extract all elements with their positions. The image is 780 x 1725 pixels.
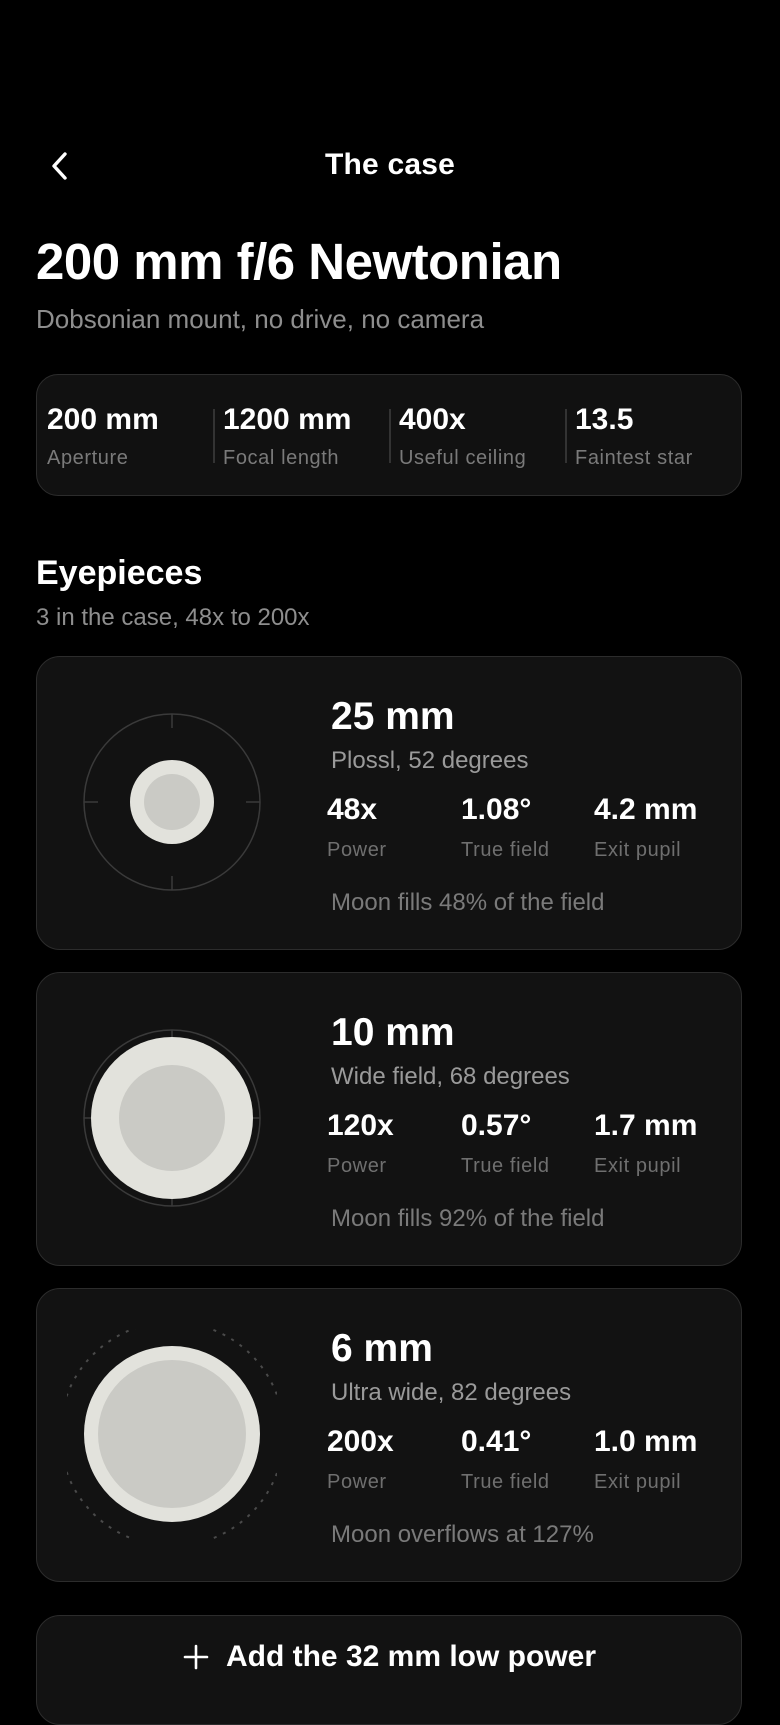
spec-value: 13.5 [575, 403, 634, 436]
section-subtitle: 3 in the case, 48x to 200x [36, 604, 310, 631]
stat-value: 200x [327, 1425, 394, 1458]
eyepiece-type: Plossl, 52 degrees [331, 747, 529, 774]
spec-value: 1200 mm [223, 403, 352, 436]
stat-value: 0.41° [461, 1425, 532, 1458]
spec-divider [389, 409, 391, 463]
screen-title: The case [324, 148, 455, 181]
stat-value: 1.0 mm [594, 1425, 698, 1458]
eyepiece-focal-length: 6 mm [331, 1327, 433, 1370]
stat-value: 1.7 mm [594, 1109, 698, 1142]
stat-exit-pupil: 1.0 mm Exit pupil [594, 1427, 697, 1494]
add-button-label: Add the 32 mm low power [225, 1640, 597, 1673]
plus-icon [183, 1644, 209, 1670]
stat-power: 200x Power [327, 1427, 394, 1494]
spec-aperture: 200 mm Aperture [37, 375, 213, 495]
eyepiece-card[interactable]: 10 mm Wide field, 68 degrees 120x Power … [36, 972, 742, 1266]
spec-label: Focal length [223, 447, 340, 469]
stat-label: True field [461, 1471, 550, 1493]
stat-label: True field [461, 839, 550, 861]
spec-faintest-star: 13.5 Faintest star [565, 375, 741, 495]
top-bar: The case [0, 130, 780, 202]
moon-fill-note: Moon fills 92% of the field [331, 1205, 605, 1232]
field-of-view-diagram [83, 713, 261, 891]
moon-inner [119, 1065, 225, 1171]
telescope-name: 200 mm f/6 Newtonian [36, 233, 562, 290]
stat-power: 48x Power [327, 795, 387, 862]
telescope-subtitle: Dobsonian mount, no drive, no camera [36, 304, 485, 334]
stat-label: Power [327, 1471, 387, 1493]
add-eyepiece-button[interactable]: Add the 32 mm low power [36, 1615, 742, 1725]
moon-inner [98, 1360, 246, 1508]
spec-label: Faintest star [575, 447, 693, 469]
moon-fill-note: Moon overflows at 127% [331, 1521, 594, 1548]
stat-exit-pupil: 4.2 mm Exit pupil [594, 795, 697, 862]
stat-true-field: 1.08° True field [461, 795, 550, 862]
section-title: Eyepieces [36, 554, 203, 592]
stat-power: 120x Power [327, 1111, 394, 1178]
stat-label: Exit pupil [594, 1471, 682, 1493]
stat-true-field: 0.57° True field [461, 1111, 550, 1178]
stat-label: Exit pupil [594, 839, 682, 861]
spec-useful-ceiling: 400x Useful ceiling [389, 375, 565, 495]
stat-exit-pupil: 1.7 mm Exit pupil [594, 1111, 697, 1178]
spec-value: 400x [399, 403, 466, 436]
eyepiece-card[interactable]: 6 mm Ultra wide, 82 degrees 200x Power 0… [36, 1288, 742, 1582]
stat-label: Exit pupil [594, 1155, 682, 1177]
eyepiece-focal-length: 10 mm [331, 1011, 455, 1054]
stat-value: 0.57° [461, 1109, 532, 1142]
spec-focal-length: 1200 mm Focal length [213, 375, 389, 495]
eyepiece-card[interactable]: 25 mm Plossl, 52 degrees 48x Power 1.08°… [36, 656, 742, 950]
spec-divider [213, 409, 215, 463]
moon-fill-note: Moon fills 48% of the field [331, 889, 605, 916]
field-of-view-diagram [83, 1029, 261, 1207]
stat-true-field: 0.41° True field [461, 1427, 550, 1494]
stat-value: 4.2 mm [594, 793, 698, 826]
eyepiece-focal-length: 25 mm [331, 695, 455, 738]
stat-value: 48x [327, 793, 378, 826]
eyepiece-type: Ultra wide, 82 degrees [331, 1379, 572, 1406]
stat-label: Power [327, 1155, 387, 1177]
spec-label: Useful ceiling [399, 447, 527, 469]
field-of-view-diagram [67, 1329, 277, 1539]
spec-label: Aperture [47, 447, 129, 469]
stat-value: 1.08° [461, 793, 532, 826]
moon-inner [144, 774, 200, 830]
specs-card: 200 mm Aperture 1200 mm Focal length 400… [36, 374, 742, 496]
spec-value: 200 mm [47, 403, 159, 436]
add-button-content: Add the 32 mm low power [37, 1640, 741, 1674]
eyepiece-type: Wide field, 68 degrees [331, 1063, 570, 1090]
stat-label: True field [461, 1155, 550, 1177]
stat-value: 120x [327, 1109, 394, 1142]
stat-label: Power [327, 839, 387, 861]
spec-divider [565, 409, 567, 463]
